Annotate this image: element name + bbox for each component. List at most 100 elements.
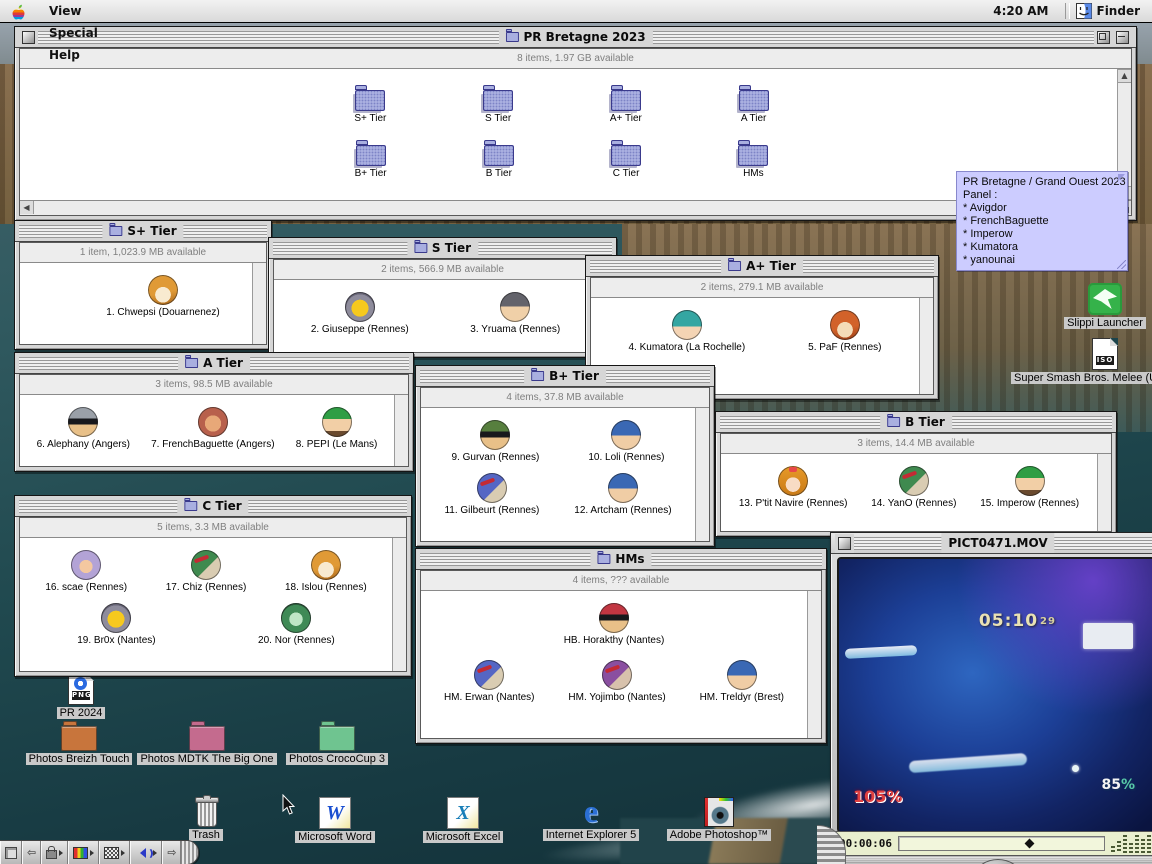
control-strip-back[interactable]: ⇦ (22, 841, 41, 864)
menu-special[interactable]: Special (39, 22, 108, 44)
desktop-icon-adobe-photoshop[interactable]: Adobe Photoshop™ (655, 797, 783, 841)
window-titlebar[interactable]: C Tier (15, 496, 411, 517)
player-item[interactable]: 7. FrenchBaguette (Angers) (151, 407, 274, 450)
folder-icon (185, 358, 198, 368)
window-titlebar[interactable]: A Tier (15, 353, 413, 374)
menu-view[interactable]: View (39, 0, 108, 22)
window-titlebar[interactable]: A+ Tier (586, 256, 938, 277)
folder-item[interactable]: HMs (738, 138, 768, 179)
zoom-box-icon[interactable] (1097, 31, 1110, 44)
finder-window-c-tier[interactable]: C Tier 5 items, 3.3 MB available 16. sca… (14, 495, 412, 677)
desktop-icon-microsoft-word[interactable]: Microsoft Word (293, 797, 377, 843)
finder-window-hms[interactable]: HMs 4 items, ??? available HB. Horakthy … (415, 548, 827, 744)
player-item[interactable]: 1. Chwepsi (Douarnenez) (106, 275, 219, 318)
playhead-icon[interactable] (1025, 839, 1035, 849)
desktop-icon-photos-breizh-touch[interactable]: Photos Breizh Touch (26, 726, 132, 765)
control-strip-resolution[interactable] (99, 841, 130, 864)
control-strip-collapse[interactable] (0, 841, 22, 864)
window-title: S+ Tier (127, 224, 176, 238)
desktop-icon-photos-crococup[interactable]: Photos CrocoCup 3 (289, 726, 385, 765)
folder-item[interactable]: S Tier (483, 83, 513, 124)
scroll-up-icon[interactable]: ▲ (1117, 69, 1131, 83)
desktop-icon-internet-explorer[interactable]: Internet Explorer 5 (526, 795, 656, 841)
player-item[interactable]: 16. scae (Rennes) (45, 550, 127, 593)
player-item[interactable]: HM. Erwan (Nantes) (444, 660, 535, 703)
seek-bar[interactable] (898, 836, 1105, 851)
finder-window-s-plus-tier[interactable]: S+ Tier 1 item, 1,023.9 MB available 1. … (14, 220, 272, 350)
player-item[interactable]: HB. Horakthy (Nantes) (564, 603, 665, 646)
vertical-scrollbar[interactable] (392, 538, 406, 671)
folder-item[interactable]: S+ Tier (354, 83, 386, 124)
desktop-icon-melee-iso[interactable]: ISO Super Smash Bros. Melee (U (1011, 338, 1152, 384)
finder-window-b-plus-tier[interactable]: B+ Tier 4 items, 37.8 MB available 9. Gu… (415, 365, 715, 547)
control-strip-forward[interactable]: ⇨ (162, 841, 181, 864)
control-strip-file-sharing[interactable] (41, 841, 68, 864)
control-strip-tab-handle[interactable] (181, 841, 198, 864)
control-strip-volume[interactable] (130, 841, 162, 864)
sticky-note[interactable]: PR Bretagne / Grand Ouest 2023Panel :* A… (956, 171, 1128, 271)
close-box-icon[interactable] (838, 537, 851, 550)
collapse-box-icon[interactable] (1116, 31, 1129, 44)
vertical-scrollbar[interactable] (394, 395, 408, 466)
desktop-icon-slippi-launcher[interactable]: Slippi Launcher (1066, 283, 1144, 329)
application-menu[interactable]: Finder (1076, 3, 1152, 19)
window-titlebar[interactable]: S+ Tier (15, 221, 271, 242)
player-item[interactable]: 5. PaF (Rennes) (808, 310, 881, 353)
folder-item[interactable]: A+ Tier (610, 83, 642, 124)
desktop-icon-microsoft-excel[interactable]: Microsoft Excel (421, 797, 505, 843)
apple-menu[interactable] (10, 3, 25, 20)
window-titlebar[interactable]: HMs (416, 549, 826, 570)
control-strip-color-depth[interactable] (68, 841, 99, 864)
player-item[interactable]: HM. Yojimbo (Nantes) (568, 660, 665, 703)
menu-help[interactable]: Help (39, 44, 108, 66)
vertical-scrollbar[interactable] (695, 408, 709, 541)
player-item[interactable]: HM. Treldyr (Brest) (700, 660, 784, 703)
item-label: 11. Gilbeurt (Rennes) (444, 505, 539, 516)
player-item[interactable]: 10. Loli (Rennes) (588, 420, 664, 463)
player-item[interactable]: 15. Imperow (Rennes) (980, 466, 1079, 509)
player-item[interactable]: 12. Artcham (Rennes) (574, 473, 671, 516)
play-button[interactable] (969, 859, 1027, 864)
player-item[interactable]: 9. Gurvan (Rennes) (452, 420, 540, 463)
window-titlebar[interactable]: S Tier (269, 238, 616, 259)
window-titlebar[interactable]: B+ Tier (416, 366, 714, 387)
scroll-left-icon[interactable]: ◀ (20, 201, 34, 214)
luigi-icon (322, 407, 352, 437)
vertical-scrollbar[interactable] (807, 591, 821, 738)
vertical-scrollbar[interactable] (1097, 454, 1111, 531)
menu-clock[interactable]: 4:20 AM (993, 4, 1058, 18)
player-item[interactable]: 11. Gilbeurt (Rennes) (444, 473, 539, 516)
player-item[interactable]: 8. PEPI (Le Mans) (296, 407, 378, 450)
player-item[interactable]: 14. YanO (Rennes) (871, 466, 956, 509)
player-item[interactable]: 18. Islou (Rennes) (285, 550, 367, 593)
player-item[interactable]: 13. P'tit Navire (Rennes) (739, 466, 848, 509)
close-box-icon[interactable] (22, 31, 35, 44)
vertical-scrollbar[interactable] (919, 298, 933, 394)
marth-icon (608, 473, 638, 503)
player-item[interactable]: 4. Kumatora (La Rochelle) (628, 310, 745, 353)
window-titlebar[interactable]: PR Bretagne 2023 (15, 27, 1136, 48)
finder-window-a-tier[interactable]: A Tier 3 items, 98.5 MB available 6. Ale… (14, 352, 414, 472)
quicktime-player-window[interactable]: PICT0471.MOV 05:1029 105% 85% 00:00:06 i (830, 532, 1152, 864)
window-titlebar[interactable]: PICT0471.MOV (831, 533, 1152, 554)
falco-green-icon (899, 466, 929, 496)
folder-item[interactable]: A Tier (739, 83, 769, 124)
player-item[interactable]: 2. Giuseppe (Rennes) (311, 292, 409, 335)
player-item[interactable]: 19. Br0x (Nantes) (77, 603, 155, 646)
player-item[interactable]: 17. Chiz (Rennes) (166, 550, 247, 593)
desktop-icon-photos-mdtk[interactable]: Photos MDTK The Big One (141, 726, 273, 765)
desktop-icon-pr-2024[interactable]: PNG PR 2024 (48, 673, 114, 719)
vertical-scrollbar[interactable] (252, 263, 266, 344)
window-titlebar[interactable]: B Tier (716, 412, 1116, 433)
player-item[interactable]: 3. Yruama (Rennes) (470, 292, 560, 335)
finder-window-s-tier[interactable]: S Tier 2 items, 566.9 MB available 2. Gi… (268, 237, 617, 358)
desktop-icon-trash[interactable]: Trash (176, 795, 236, 841)
video-area[interactable]: 05:1029 105% 85% (837, 557, 1152, 833)
folder-item[interactable]: B+ Tier (355, 138, 387, 179)
player-item[interactable]: 6. Alephany (Angers) (37, 407, 130, 450)
player-item[interactable]: 20. Nor (Rennes) (258, 603, 335, 646)
folder-item[interactable]: C Tier (611, 138, 641, 179)
control-strip[interactable]: ⇦ ⇨ (0, 840, 199, 864)
folder-item[interactable]: B Tier (484, 138, 514, 179)
finder-window-b-tier[interactable]: B Tier 3 items, 14.4 MB available 13. P'… (715, 411, 1117, 537)
